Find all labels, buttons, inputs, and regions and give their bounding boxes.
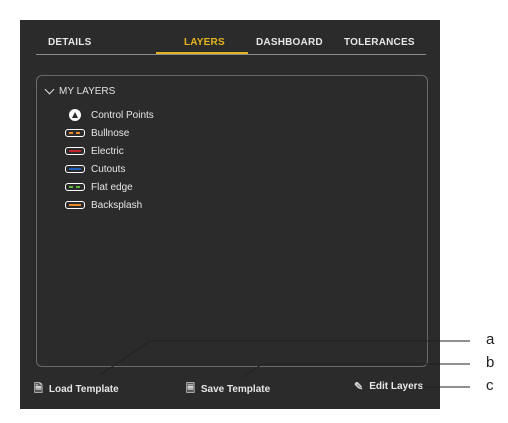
callout-leaders [99,340,470,388]
callout-a: a [486,331,495,348]
callout-b: b [486,354,495,371]
callout-c: c [486,377,494,394]
